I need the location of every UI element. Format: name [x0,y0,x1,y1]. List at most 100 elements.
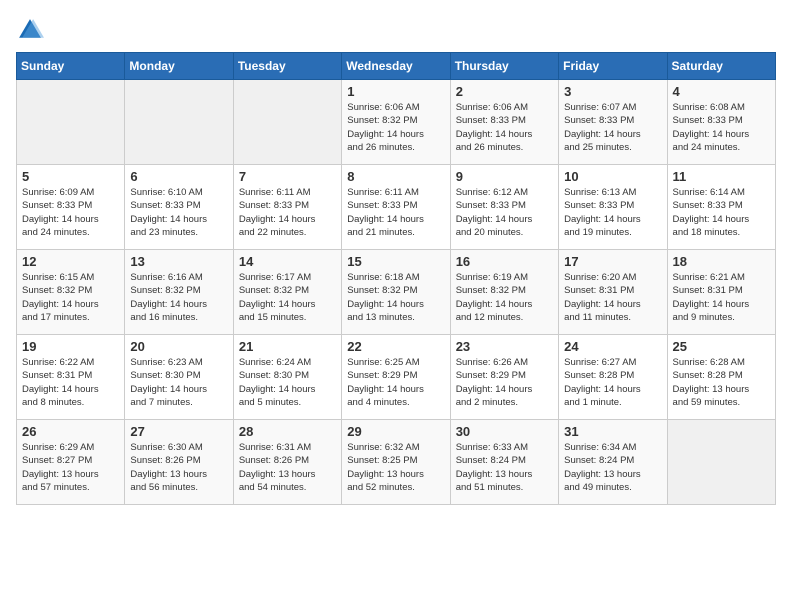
day-number: 11 [673,169,770,184]
calendar-cell: 7Sunrise: 6:11 AM Sunset: 8:33 PM Daylig… [233,165,341,250]
day-info: Sunrise: 6:21 AM Sunset: 8:31 PM Dayligh… [673,271,770,324]
day-number: 13 [130,254,227,269]
calendar-cell: 28Sunrise: 6:31 AM Sunset: 8:26 PM Dayli… [233,420,341,505]
calendar-cell: 13 Sunrise: 6:16 AM Sunset: 8:32 PM Dayli… [125,250,233,335]
day-info: Sunrise: 6:33 AM Sunset: 8:24 PM Dayligh… [456,441,553,494]
day-number: 4 [673,84,770,99]
day-info: Sunrise: 6:23 AM Sunset: 8:30 PM Dayligh… [130,356,227,409]
day-number: 20 [130,339,227,354]
day-number: 5 [22,169,119,184]
page-header [16,16,776,44]
day-info: Sunrise: 6:07 AM Sunset: 8:33 PM Dayligh… [564,101,661,154]
calendar-cell: 5 Sunrise: 6:09 AM Sunset: 8:33 PM Daylig… [17,165,125,250]
day-number: 25 [673,339,770,354]
calendar-cell: 2 Sunrise: 6:06 AM Sunset: 8:33 PM Daylig… [450,80,558,165]
calendar-cell: 29 Sunrise: 6:32 AM Sunset: 8:25 PM Dayli… [342,420,450,505]
day-info: Sunrise: 6:15 AM Sunset: 8:32 PM Dayligh… [22,271,119,324]
calendar-cell: 6 Sunrise: 6:10 AM Sunset: 8:33 PM Daylig… [125,165,233,250]
calendar-cell: 19Sunrise: 6:22 AM Sunset: 8:31 PM Dayli… [17,335,125,420]
day-info: Sunrise: 6:22 AM Sunset: 8:31 PM Dayligh… [22,356,119,409]
day-info: Sunrise: 6:28 AM Sunset: 8:28 PM Dayligh… [673,356,770,409]
day-header-saturday: Saturday [667,53,775,80]
day-number: 26 [22,424,119,439]
day-header-monday: Monday [125,53,233,80]
calendar-week-3: 12 Sunrise: 6:15 AM Sunset: 8:32 PM Dayli… [17,250,776,335]
day-header-friday: Friday [559,53,667,80]
day-info: Sunrise: 6:10 AM Sunset: 8:33 PM Dayligh… [130,186,227,239]
calendar-cell [667,420,775,505]
calendar-cell: 1 Sunrise: 6:06 AM Sunset: 8:32 PM Daylig… [342,80,450,165]
calendar-cell: 8Sunrise: 6:11 AM Sunset: 8:33 PM Daylig… [342,165,450,250]
day-number: 1 [347,84,444,99]
day-number: 31 [564,424,661,439]
calendar-cell: 30Sunrise: 6:33 AM Sunset: 8:24 PM Dayli… [450,420,558,505]
day-info: Sunrise: 6:29 AM Sunset: 8:27 PM Dayligh… [22,441,119,494]
day-header-tuesday: Tuesday [233,53,341,80]
calendar-cell: 4 Sunrise: 6:08 AM Sunset: 8:33 PM Daylig… [667,80,775,165]
day-header-wednesday: Wednesday [342,53,450,80]
day-info: Sunrise: 6:30 AM Sunset: 8:26 PM Dayligh… [130,441,227,494]
calendar-cell: 20 Sunrise: 6:23 AM Sunset: 8:30 PM Dayli… [125,335,233,420]
day-info: Sunrise: 6:19 AM Sunset: 8:32 PM Dayligh… [456,271,553,324]
day-info: Sunrise: 6:06 AM Sunset: 8:32 PM Dayligh… [347,101,444,154]
calendar-cell: 22 Sunrise: 6:25 AM Sunset: 8:29 PM Dayli… [342,335,450,420]
day-info: Sunrise: 6:32 AM Sunset: 8:25 PM Dayligh… [347,441,444,494]
day-info: Sunrise: 6:24 AM Sunset: 8:30 PM Dayligh… [239,356,336,409]
day-info: Sunrise: 6:20 AM Sunset: 8:31 PM Dayligh… [564,271,661,324]
calendar-week-4: 19Sunrise: 6:22 AM Sunset: 8:31 PM Dayli… [17,335,776,420]
calendar-cell: 17 Sunrise: 6:20 AM Sunset: 8:31 PM Dayli… [559,250,667,335]
day-number: 6 [130,169,227,184]
day-info: Sunrise: 6:16 AM Sunset: 8:32 PM Dayligh… [130,271,227,324]
calendar-cell [233,80,341,165]
logo [16,16,48,44]
day-number: 2 [456,84,553,99]
calendar-week-5: 26 Sunrise: 6:29 AM Sunset: 8:27 PM Dayli… [17,420,776,505]
day-header-sunday: Sunday [17,53,125,80]
day-number: 24 [564,339,661,354]
day-info: Sunrise: 6:11 AM Sunset: 8:33 PM Dayligh… [347,186,444,239]
day-info: Sunrise: 6:17 AM Sunset: 8:32 PM Dayligh… [239,271,336,324]
calendar-cell: 14 Sunrise: 6:17 AM Sunset: 8:32 PM Dayli… [233,250,341,335]
calendar-cell [125,80,233,165]
day-number: 17 [564,254,661,269]
day-number: 10 [564,169,661,184]
day-number: 12 [22,254,119,269]
day-info: Sunrise: 6:26 AM Sunset: 8:29 PM Dayligh… [456,356,553,409]
day-number: 9 [456,169,553,184]
day-number: 23 [456,339,553,354]
calendar-cell [17,80,125,165]
calendar-cell: 21 Sunrise: 6:24 AM Sunset: 8:30 PM Dayli… [233,335,341,420]
day-number: 14 [239,254,336,269]
day-number: 21 [239,339,336,354]
calendar-cell: 16 Sunrise: 6:19 AM Sunset: 8:32 PM Dayli… [450,250,558,335]
calendar-cell: 31Sunrise: 6:34 AM Sunset: 8:24 PM Dayli… [559,420,667,505]
day-number: 27 [130,424,227,439]
calendar-cell: 11 Sunrise: 6:14 AM Sunset: 8:33 PM Dayli… [667,165,775,250]
calendar-cell: 18 Sunrise: 6:21 AM Sunset: 8:31 PM Dayli… [667,250,775,335]
day-info: Sunrise: 6:12 AM Sunset: 8:33 PM Dayligh… [456,186,553,239]
calendar-cell: 25 Sunrise: 6:28 AM Sunset: 8:28 PM Dayli… [667,335,775,420]
calendar-table: SundayMondayTuesdayWednesdayThursdayFrid… [16,52,776,505]
day-info: Sunrise: 6:31 AM Sunset: 8:26 PM Dayligh… [239,441,336,494]
day-info: Sunrise: 6:06 AM Sunset: 8:33 PM Dayligh… [456,101,553,154]
calendar-cell: 26 Sunrise: 6:29 AM Sunset: 8:27 PM Dayli… [17,420,125,505]
calendar-week-1: 1 Sunrise: 6:06 AM Sunset: 8:32 PM Daylig… [17,80,776,165]
day-number: 18 [673,254,770,269]
day-info: Sunrise: 6:14 AM Sunset: 8:33 PM Dayligh… [673,186,770,239]
calendar-cell: 9 Sunrise: 6:12 AM Sunset: 8:33 PM Daylig… [450,165,558,250]
day-info: Sunrise: 6:18 AM Sunset: 8:32 PM Dayligh… [347,271,444,324]
calendar-cell: 15Sunrise: 6:18 AM Sunset: 8:32 PM Dayli… [342,250,450,335]
logo-icon [16,16,44,44]
day-info: Sunrise: 6:08 AM Sunset: 8:33 PM Dayligh… [673,101,770,154]
day-number: 3 [564,84,661,99]
calendar-cell: 12 Sunrise: 6:15 AM Sunset: 8:32 PM Dayli… [17,250,125,335]
day-info: Sunrise: 6:27 AM Sunset: 8:28 PM Dayligh… [564,356,661,409]
day-info: Sunrise: 6:25 AM Sunset: 8:29 PM Dayligh… [347,356,444,409]
day-number: 22 [347,339,444,354]
day-number: 16 [456,254,553,269]
day-number: 29 [347,424,444,439]
calendar-cell: 23 Sunrise: 6:26 AM Sunset: 8:29 PM Dayli… [450,335,558,420]
day-info: Sunrise: 6:09 AM Sunset: 8:33 PM Dayligh… [22,186,119,239]
calendar-cell: 24 Sunrise: 6:27 AM Sunset: 8:28 PM Dayli… [559,335,667,420]
calendar-cell: 3 Sunrise: 6:07 AM Sunset: 8:33 PM Daylig… [559,80,667,165]
